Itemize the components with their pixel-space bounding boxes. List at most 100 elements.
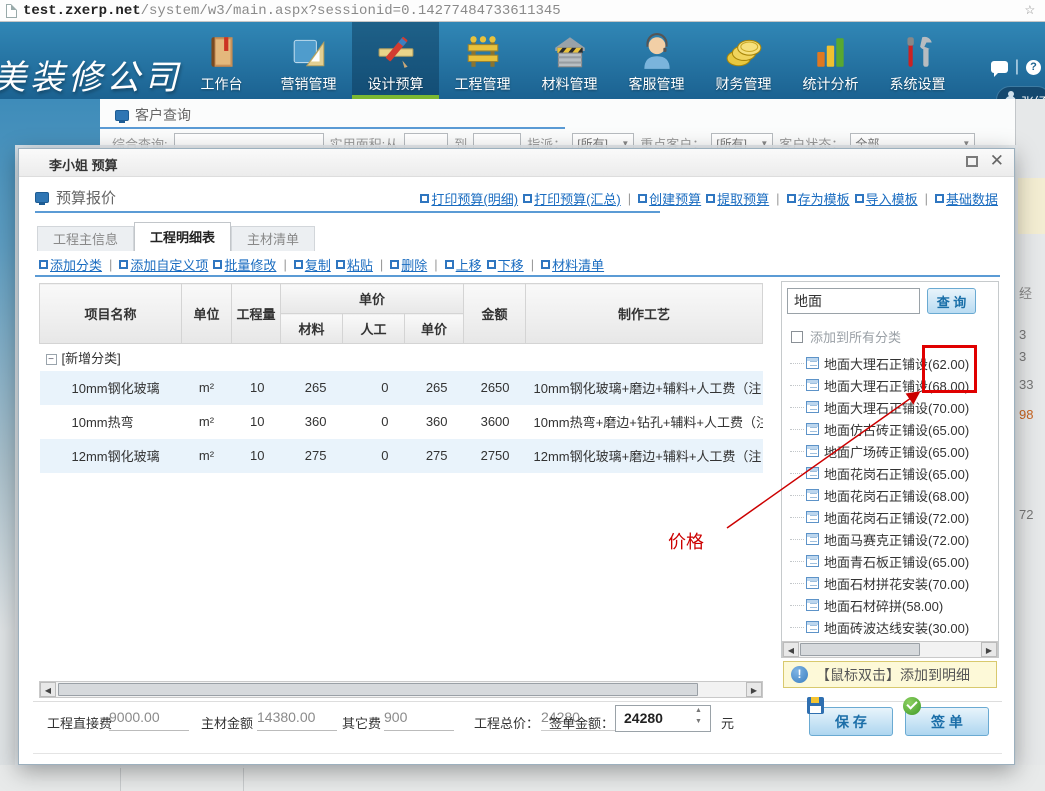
col-labor[interactable]: 人工 [343, 314, 405, 344]
material-list-item[interactable]: 地面大理石正铺设(70.00) [786, 396, 996, 418]
browser-url-bar[interactable]: test.zxerp.net /system/w3/main.aspx?sess… [0, 0, 1045, 22]
dialog-action-link[interactable]: 创建预算 [638, 189, 701, 208]
toolbar-link[interactable]: 添加分类 [39, 255, 102, 274]
dialog-action-link[interactable]: 打印预算(汇总) [523, 189, 621, 208]
page-document-icon [6, 4, 17, 18]
col-unit[interactable]: 单位 [182, 284, 232, 344]
dialog-tab[interactable]: 主材清单 [231, 226, 315, 251]
dialog-action-link[interactable]: 打印预算(明细) [420, 189, 518, 208]
cell-qty: 10 [232, 405, 281, 439]
message-bubble-icon[interactable] [991, 61, 1008, 73]
scroll-left-icon[interactable]: ◀ [783, 642, 799, 657]
footer-separator [33, 701, 1002, 702]
panel-horizontal-scrollbar[interactable]: ◀ ▶ [782, 641, 998, 658]
toolbar-link[interactable]: 下移 [487, 255, 524, 274]
main-material-value[interactable]: 14380.00 [257, 709, 337, 731]
col-unit-price[interactable]: 单价 [405, 314, 464, 344]
col-qty[interactable]: 工程量 [232, 284, 281, 344]
scroll-left-icon[interactable]: ◀ [40, 682, 56, 697]
toolbar-link[interactable]: 上移 [445, 255, 482, 274]
tree-connector [790, 605, 804, 606]
bookmark-star-icon[interactable]: ☆ [1025, 2, 1035, 19]
link-square-icon [445, 260, 454, 269]
spinner-arrows[interactable]: ▲▼ [695, 707, 702, 725]
material-list-item[interactable]: 地面花岗石正铺设(72.00) [786, 506, 996, 528]
nav-item-project[interactable]: 工程管理 [439, 22, 526, 99]
material-list-item[interactable]: 地面石材拼花安装(70.00) [786, 572, 996, 594]
add-to-all-checkbox[interactable] [791, 331, 803, 343]
currency-label: 元 [721, 713, 734, 732]
cell-process: 10mm钢化玻璃+磨边+辅料+人工费（注： [526, 371, 763, 405]
material-list-item[interactable]: 地面马赛克正铺设(72.00) [786, 528, 996, 550]
info-icon: ! [791, 666, 808, 683]
toolbar-link[interactable]: 添加自定义项 [119, 255, 208, 274]
dialog-titlebar[interactable]: 李小姐 预算 ✕ [19, 149, 1014, 177]
category-group-row[interactable]: −[新增分类] [40, 344, 763, 371]
budget-row[interactable]: 12mm钢化玻璃 m² 10 275 0 275 2750 12mm钢化玻璃+磨… [40, 439, 763, 473]
col-material[interactable]: 材料 [281, 314, 343, 344]
main-material-label: 主材金额 [201, 713, 253, 732]
material-list-item[interactable]: 地面广场砖正铺设(65.00) [786, 440, 996, 462]
material-list-item[interactable]: 地面砖波达线安装(30.00) [786, 616, 996, 638]
collapse-minus-icon[interactable]: − [46, 354, 57, 365]
help-icon[interactable]: ? [1026, 60, 1041, 75]
toolbar-link[interactable]: 材料清单 [541, 255, 604, 274]
dialog-tabs: 工程主信息 工程明细表 主材清单 [37, 223, 315, 251]
monitor-icon [115, 110, 129, 121]
link-square-icon [39, 260, 48, 269]
col-price-group: 单价 [281, 284, 464, 314]
nav-item-statistics[interactable]: 统计分析 [787, 22, 874, 99]
nav-item-workbench[interactable]: 工作台 [178, 22, 265, 99]
material-warehouse-icon [551, 33, 589, 71]
material-search-input[interactable] [787, 288, 920, 314]
user-account-button[interactable]: 张经 [996, 86, 1045, 99]
nav-item-finance[interactable]: 财务管理 [700, 22, 787, 99]
table-grid-icon [806, 599, 819, 611]
link-square-icon [294, 260, 303, 269]
nav-item-settings[interactable]: 系统设置 [874, 22, 961, 99]
dialog-action-link[interactable]: 提取预算 [706, 189, 769, 208]
budget-row[interactable]: 10mm热弯 m² 10 360 0 360 3600 10mm热弯+磨边+钻孔… [40, 405, 763, 439]
tree-connector [790, 539, 804, 540]
dialog-action-link[interactable]: 导入模板 [855, 189, 918, 208]
nav-item-customer-service[interactable]: 客服管理 [613, 22, 700, 99]
scroll-right-icon[interactable]: ▶ [981, 642, 997, 657]
material-list-item[interactable]: 地面仿古砖正铺设(65.00) [786, 418, 996, 440]
col-process[interactable]: 制作工艺 [526, 284, 763, 344]
close-icon[interactable]: ✕ [990, 151, 1004, 171]
material-list-item[interactable]: 地面大理石正铺设(68.00) [786, 374, 996, 396]
toolbar-link[interactable]: 复制 [294, 255, 331, 274]
link-square-icon [935, 194, 944, 203]
search-button[interactable]: 查 询 [927, 288, 976, 314]
direct-cost-value[interactable]: 9000.00 [109, 709, 189, 731]
dialog-action-link[interactable]: 存为模板 [787, 189, 850, 208]
material-list-item[interactable]: 地面花岗石正铺设(68.00) [786, 484, 996, 506]
maximize-icon[interactable] [966, 156, 978, 167]
toolbar-link[interactable]: 删除 [390, 255, 427, 274]
col-item-name[interactable]: 项目名称 [40, 284, 182, 344]
dialog-tab[interactable]: 工程主信息 [37, 226, 134, 251]
toolbar-link[interactable]: 粘贴 [336, 255, 373, 274]
scroll-right-icon[interactable]: ▶ [746, 682, 762, 697]
material-list-item[interactable]: 地面青石板正铺设(65.00) [786, 550, 996, 572]
material-list-item[interactable]: 地面花岗石正铺设(65.00) [786, 462, 996, 484]
nav-item-material[interactable]: 材料管理 [526, 22, 613, 99]
material-list-item[interactable]: 地面大理石正铺设(62.00) [786, 352, 996, 374]
dialog-action-link[interactable]: 基础数据 [935, 189, 998, 208]
table-grid-icon [806, 489, 819, 501]
user-name: 张经 [1021, 92, 1045, 100]
toolbar-link[interactable]: 批量修改 [213, 255, 276, 274]
sign-check-icon [903, 697, 921, 715]
table-horizontal-scrollbar[interactable]: ◀ ▶ [39, 681, 763, 698]
col-amount[interactable]: 金额 [464, 284, 526, 344]
other-cost-value[interactable]: 900 [384, 709, 454, 731]
scrollbar-thumb[interactable] [58, 683, 698, 696]
nav-item-marketing[interactable]: 营销管理 [265, 22, 352, 99]
link-square-icon [119, 260, 128, 269]
scrollbar-thumb[interactable] [800, 643, 920, 656]
material-list-item[interactable]: 地面石材碎拼(58.00) [786, 594, 996, 616]
nav-menu: 工作台 营销管理 设计预算 工程管理 材料管理 客服管理 [178, 22, 961, 99]
nav-item-design-budget[interactable]: 设计预算 [352, 22, 439, 99]
budget-row[interactable]: 10mm钢化玻璃 m² 10 265 0 265 2650 10mm钢化玻璃+磨… [40, 371, 763, 405]
dialog-tab[interactable]: 工程明细表 [134, 222, 231, 251]
